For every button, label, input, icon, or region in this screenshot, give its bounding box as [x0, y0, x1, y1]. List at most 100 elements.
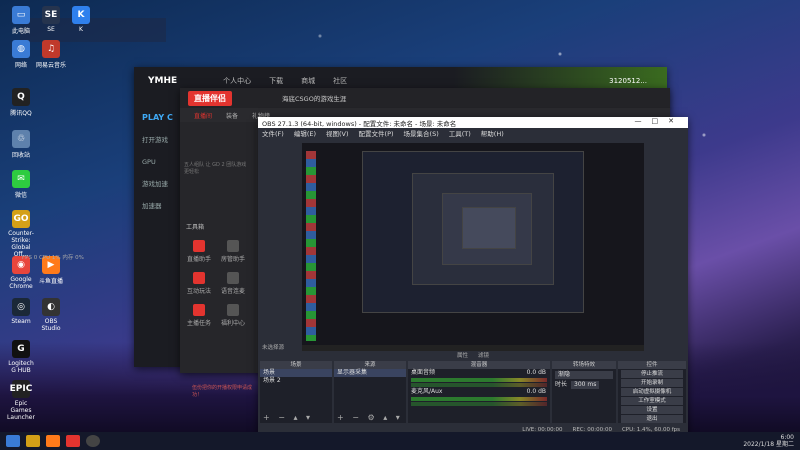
- tab-community[interactable]: 社区: [333, 76, 347, 86]
- desktop-icon[interactable]: ◍ 网络: [6, 40, 36, 69]
- obs-menu-item[interactable]: 视图(V): [326, 128, 349, 138]
- obs-title: OBS 27.1.3 (64-bit, windows) - 配置文件: 未命名…: [262, 119, 457, 128]
- desktop-icon[interactable]: Q 腾讯QQ: [6, 88, 36, 117]
- track-db: 0.0 dB: [526, 388, 546, 395]
- desktop-icon[interactable]: G Logitech G HUB: [6, 340, 36, 374]
- app-icon: G: [12, 340, 30, 358]
- controls-dock[interactable]: 控件 停止推流 开始录制 启动虚拟摄像机 工作室模式 设置 退出: [618, 361, 686, 423]
- desktop-icon[interactable]: ◎ Steam: [6, 298, 36, 325]
- transition-select[interactable]: 渐隐: [555, 371, 613, 379]
- scene-item[interactable]: 场景: [260, 369, 332, 377]
- duration-input[interactable]: 300 ms: [571, 381, 600, 389]
- live-assistant-logo: 直播伴侣: [188, 90, 232, 106]
- live-assistant-sidebar: 五人组队 让 GD 2 团队游戏 更轻松 工具箱 直播助手 房管助手 互动玩法 …: [180, 122, 256, 398]
- notice-text: 伍份把你的开播权限申请成功！: [192, 385, 253, 398]
- store-icon[interactable]: [46, 435, 60, 447]
- tab-personal[interactable]: 个人中心: [223, 76, 251, 86]
- scenes-dock[interactable]: 场景 场景 场景 2 + − ▴ ▾: [260, 361, 332, 423]
- desktop-icon-label: 斗鱼直播: [38, 278, 63, 285]
- obs-menu-item[interactable]: 工具(T): [449, 128, 471, 138]
- app-icon: K: [72, 6, 90, 24]
- exit-button[interactable]: 退出: [621, 415, 683, 423]
- sources-dock[interactable]: 来源 显示器采集 + − ⚙ ▴ ▾: [334, 361, 406, 423]
- app-icon[interactable]: [66, 435, 80, 447]
- track-db: 0.0 dB: [526, 369, 546, 376]
- desktop-icon-label: Steam: [11, 318, 31, 325]
- start-icon[interactable]: [6, 435, 20, 447]
- perf-stat: FPS 0 CPU 1% 内存 0%: [22, 255, 84, 261]
- desktop-icon-label: Logitech G HUB: [8, 360, 34, 374]
- desktop-icon-label: 回收站: [11, 152, 30, 159]
- app-icon: ◍: [12, 40, 30, 58]
- tool-room-admin[interactable]: 房管助手: [218, 240, 248, 263]
- transitions-dock[interactable]: 转场特效 渐隐 时长 300 ms: [552, 361, 616, 423]
- desktop-icon-label: 网络: [14, 62, 27, 69]
- desktop-icon[interactable]: ◉ Google Chrome: [6, 256, 36, 290]
- tool-live-helper[interactable]: 直播助手: [184, 240, 214, 263]
- desktop-icon[interactable]: GO Counter-Strike: Global Off...: [6, 210, 36, 258]
- audio-mixer-dock[interactable]: 混音器 桌面音频 0.0 dB 麦克风/Aux 0.0 dB: [408, 361, 550, 423]
- obs-menu-item[interactable]: 场景集合(S): [404, 128, 439, 138]
- duration-label: 时长: [555, 381, 568, 388]
- obs-icon[interactable]: [86, 435, 100, 447]
- obs-window[interactable]: OBS 27.1.3 (64-bit, windows) - 配置文件: 未命名…: [258, 117, 688, 435]
- tool-interactive[interactable]: 互动玩法: [184, 272, 214, 295]
- app-icon: ♲: [12, 130, 30, 148]
- app-icon: EPIC: [10, 380, 32, 398]
- desktop-icon[interactable]: KK: [66, 6, 96, 33]
- user-name[interactable]: 3120512...: [609, 77, 647, 85]
- nav-equipment[interactable]: 装备: [226, 111, 238, 120]
- source-add-remove-icons[interactable]: + − ⚙ ▴ ▾: [337, 413, 403, 422]
- app-icon: ◎: [12, 298, 30, 316]
- tool-welfare[interactable]: 福利中心: [218, 304, 248, 327]
- properties-button[interactable]: 属性: [457, 351, 468, 359]
- desktop-icon-label: Epic Games Launcher: [7, 400, 35, 421]
- window-controls[interactable]: —□✕: [635, 117, 684, 125]
- file-explorer-icon[interactable]: [26, 435, 40, 447]
- clock[interactable]: 6:00 2022/1/18 星期二: [743, 434, 794, 448]
- app-icon: ♫: [42, 40, 60, 58]
- obs-menu-item[interactable]: 帮助(H): [481, 128, 504, 138]
- volume-meter: [411, 378, 547, 382]
- desktop-icon-label: 微信: [14, 192, 27, 199]
- tool-voice-link[interactable]: 语音连麦: [218, 272, 248, 295]
- track-name: 桌面音频: [411, 369, 436, 376]
- tab-shop[interactable]: 商城: [301, 76, 315, 86]
- virtual-camera-button[interactable]: 启动虚拟摄像机: [621, 388, 683, 396]
- scene-item[interactable]: 场景 2: [260, 377, 332, 385]
- studio-mode-button[interactable]: 工作室模式: [621, 397, 683, 405]
- desktop-icon-label: 腾讯QQ: [10, 110, 32, 117]
- obs-menu-item[interactable]: 配置文件(P): [359, 128, 394, 138]
- volume-meter: [411, 383, 547, 387]
- desktop-icon-label: Google Chrome: [9, 276, 33, 290]
- desktop-icon[interactable]: ◐ OBS Studio: [36, 298, 66, 332]
- desktop-icon[interactable]: ♲ 回收站: [6, 130, 36, 159]
- app-icon: ◐: [42, 298, 60, 316]
- desktop-icon[interactable]: SE SE: [36, 6, 66, 33]
- obs-menu-item[interactable]: 编辑(E): [294, 128, 316, 138]
- volume-meter: [411, 397, 547, 401]
- source-item[interactable]: 显示器采集: [334, 369, 406, 377]
- nav-live-room[interactable]: 直播间: [194, 111, 212, 120]
- obs-menu-item[interactable]: 文件(F): [262, 128, 284, 138]
- filters-button[interactable]: 滤镜: [478, 351, 489, 359]
- tab-download[interactable]: 下载: [269, 76, 283, 86]
- stream-title: 海底CSGO的游戏生涯: [282, 95, 347, 103]
- desktop-icon-label: SE: [47, 26, 55, 33]
- scene-add-remove-icons[interactable]: + − ▴ ▾: [263, 413, 313, 422]
- desktop-icon[interactable]: EPIC Epic Games Launcher: [6, 380, 36, 421]
- start-recording-button[interactable]: 开始录制: [621, 379, 683, 387]
- toolbox-title: 工具箱: [186, 224, 205, 231]
- obs-preview[interactable]: [302, 143, 644, 351]
- tool-host-task[interactable]: 主播任务: [184, 304, 214, 327]
- desktop-icon[interactable]: ✉ 微信: [6, 170, 36, 199]
- settings-button[interactable]: 设置: [621, 406, 683, 414]
- desktop-icon[interactable]: ♫ 网易云音乐: [36, 40, 66, 69]
- app-icon: Q: [12, 88, 30, 106]
- live-hint: 五人组队 让 GD 2 团队游戏 更轻松: [184, 162, 247, 175]
- stop-streaming-button[interactable]: 停止推流: [621, 370, 683, 378]
- desktop-icon-label: 此电脑: [11, 28, 30, 35]
- track-name: 麦克风/Aux: [411, 388, 443, 395]
- desktop-icon-label: 网易云音乐: [36, 62, 67, 69]
- desktop-icon[interactable]: ▭ 此电脑: [6, 6, 36, 35]
